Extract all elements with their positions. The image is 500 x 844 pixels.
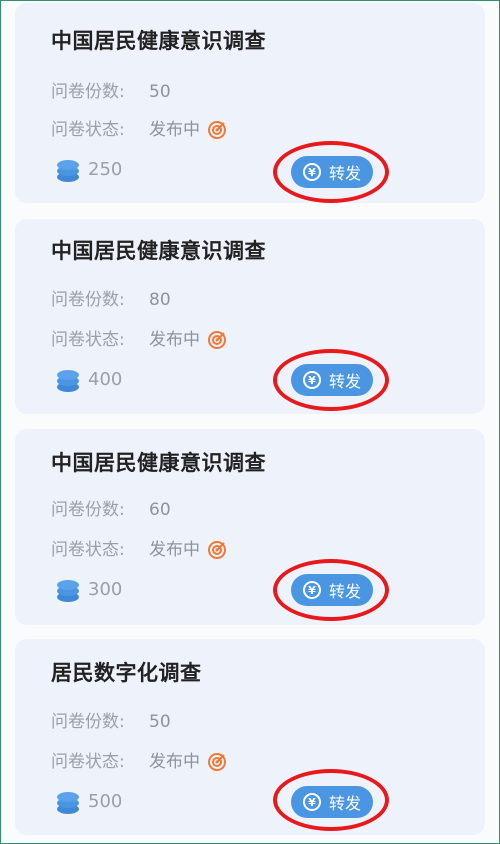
share-label: 转发 <box>328 582 361 601</box>
share-button[interactable]: ¥ 转发 <box>291 156 373 188</box>
share-button[interactable]: ¥ 转发 <box>291 574 373 606</box>
survey-title: 中国居民健康意识调查 <box>51 451 266 475</box>
survey-card[interactable]: 中国居民健康意识调查 问卷份数: 60 问卷状态: 发布中 300 ¥ 转发 <box>15 429 485 625</box>
coin-amount: 500 <box>88 791 123 812</box>
status-row: 问卷状态: 发布中 <box>51 325 227 350</box>
survey-title: 中国居民健康意识调查 <box>51 29 266 53</box>
target-icon <box>208 541 227 559</box>
status-row: 问卷状态: 发布中 <box>51 535 227 560</box>
share-label: 转发 <box>328 164 361 183</box>
yen-circle-icon: ¥ <box>302 581 321 599</box>
coin-stack-icon <box>57 580 79 602</box>
count-row: 问卷份数: 50 <box>51 707 171 732</box>
survey-title: 中国居民健康意识调查 <box>51 239 266 263</box>
count-value: 50 <box>149 82 171 102</box>
status-label: 问卷状态: <box>51 752 125 772</box>
coin-amount: 250 <box>88 159 123 180</box>
survey-title: 居民数字化调查 <box>51 661 202 685</box>
status-value: 发布中 <box>149 752 200 772</box>
count-label: 问卷份数: <box>51 82 125 102</box>
coin-amount: 400 <box>88 369 123 390</box>
status-row: 问卷状态: 发布中 <box>51 115 227 140</box>
coin-stack-icon <box>57 792 79 814</box>
count-value: 60 <box>149 500 171 520</box>
status-value: 发布中 <box>149 540 200 560</box>
count-row: 问卷份数: 50 <box>51 77 171 102</box>
count-value: 80 <box>149 290 171 310</box>
survey-list: 中国居民健康意识调查 问卷份数: 50 问卷状态: 发布中 250 ¥ 转发 中国居… <box>0 0 500 844</box>
target-icon <box>208 331 227 349</box>
survey-card[interactable]: 居民数字化调查 问卷份数: 50 问卷状态: 发布中 500 ¥ 转发 <box>15 639 485 835</box>
yen-circle-icon: ¥ <box>302 793 321 811</box>
coin-stack-icon <box>57 160 79 182</box>
survey-card[interactable]: 中国居民健康意识调查 问卷份数: 80 问卷状态: 发布中 400 ¥ 转发 <box>15 219 485 414</box>
count-label: 问卷份数: <box>51 290 125 310</box>
target-icon <box>208 753 227 771</box>
yen-circle-icon: ¥ <box>302 371 321 389</box>
share-button[interactable]: ¥ 转发 <box>291 364 373 396</box>
count-label: 问卷份数: <box>51 500 125 520</box>
yen-circle-icon: ¥ <box>302 163 321 181</box>
status-value: 发布中 <box>149 330 200 350</box>
status-label: 问卷状态: <box>51 540 125 560</box>
target-icon <box>208 121 227 139</box>
coin-amount: 300 <box>88 579 123 600</box>
share-label: 转发 <box>328 372 361 391</box>
count-value: 50 <box>149 712 171 732</box>
survey-card[interactable]: 中国居民健康意识调查 问卷份数: 50 问卷状态: 发布中 250 ¥ 转发 <box>15 3 485 203</box>
status-row: 问卷状态: 发布中 <box>51 747 227 772</box>
share-button[interactable]: ¥ 转发 <box>291 786 373 818</box>
count-label: 问卷份数: <box>51 712 125 732</box>
share-label: 转发 <box>328 794 361 813</box>
status-label: 问卷状态: <box>51 120 125 140</box>
status-label: 问卷状态: <box>51 330 125 350</box>
status-value: 发布中 <box>149 120 200 140</box>
coin-stack-icon <box>57 370 79 392</box>
count-row: 问卷份数: 60 <box>51 495 171 520</box>
count-row: 问卷份数: 80 <box>51 285 171 310</box>
